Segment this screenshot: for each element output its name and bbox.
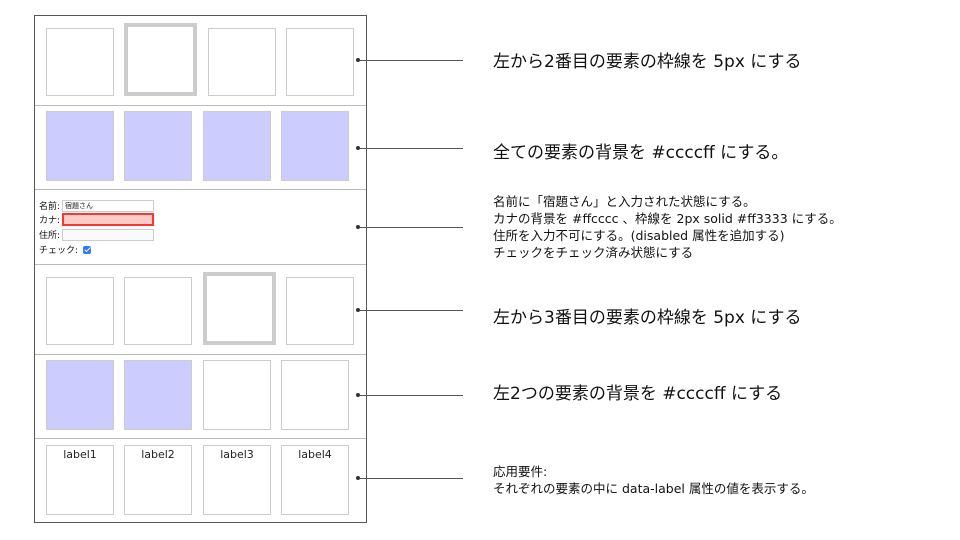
section-all-bg bbox=[35, 106, 366, 190]
section-border-2nd bbox=[35, 16, 366, 106]
note-form-line-1: 名前に「宿題さん」と入力された状態にする。 bbox=[493, 194, 756, 209]
box-label4: label4 bbox=[281, 445, 349, 515]
note-form-line-2: カナの背景を #ffcccc 、枠線を 2px solid #ff3333 にす… bbox=[493, 211, 842, 226]
note-left-two-bg: 左2つの要素の背景を #ccccff にする bbox=[493, 384, 783, 404]
kana-input[interactable] bbox=[62, 213, 155, 226]
kana-row: カナ: bbox=[39, 213, 155, 226]
note-form-line-4: チェックをチェック済み状態にする bbox=[493, 245, 694, 260]
name-label: 名前: bbox=[39, 202, 61, 212]
connector-line-6 bbox=[360, 478, 463, 479]
check-label: チェック: bbox=[39, 246, 79, 256]
note-labels-line-2: それぞれの要素の中に data-label 属性の値を表示する。 bbox=[493, 481, 814, 496]
box-label-text: label1 bbox=[63, 448, 97, 461]
section-form: 名前: 宿題さん カナ: 住所: チェック: bbox=[35, 190, 366, 265]
note-all-bg: 全ての要素の背景を #ccccff にする。 bbox=[493, 143, 789, 163]
box-label-text: label4 bbox=[298, 448, 332, 461]
box-4-filled bbox=[281, 111, 349, 181]
section-border-3rd bbox=[35, 265, 366, 355]
address-input bbox=[62, 228, 155, 241]
box-1-filled bbox=[46, 360, 114, 430]
box-label2: label2 bbox=[124, 445, 192, 515]
box-2 bbox=[124, 277, 192, 345]
note-border-3rd: 左から3番目の要素の枠線を 5px にする bbox=[493, 308, 802, 328]
section-labels: label1 label2 label3 label4 bbox=[35, 439, 366, 523]
box-3-thick-border bbox=[203, 272, 276, 345]
connector-line-5 bbox=[360, 395, 463, 396]
kana-label: カナ: bbox=[39, 216, 61, 226]
connector-line-3 bbox=[360, 227, 463, 228]
box-label-text: label3 bbox=[220, 448, 254, 461]
name-input[interactable]: 宿題さん bbox=[62, 199, 155, 212]
note-form-line-3: 住所を入力不可にする。(disabled 属性を追加する) bbox=[493, 228, 785, 243]
box-label3: label3 bbox=[203, 445, 271, 515]
box-3 bbox=[203, 360, 271, 430]
note-form: 名前に「宿題さん」と入力された状態にする。 カナの背景を #ffcccc 、枠線… bbox=[493, 193, 842, 261]
note-labels-line-1: 応用要件: bbox=[493, 464, 548, 479]
box-3 bbox=[208, 28, 276, 96]
box-4 bbox=[286, 28, 354, 96]
box-1-filled bbox=[46, 111, 114, 181]
box-4 bbox=[286, 277, 354, 345]
section-left-two-bg bbox=[35, 355, 366, 439]
box-2-filled bbox=[124, 111, 192, 181]
note-labels: 応用要件: それぞれの要素の中に data-label 属性の値を表示する。 bbox=[493, 463, 814, 497]
connector-line-4 bbox=[360, 310, 463, 311]
name-row: 名前: 宿題さん bbox=[39, 199, 155, 212]
checkbox-checked[interactable] bbox=[83, 245, 92, 254]
box-1 bbox=[46, 28, 114, 96]
box-1 bbox=[46, 277, 114, 345]
box-4 bbox=[281, 360, 349, 430]
note-border-2nd: 左から2番目の要素の枠線を 5px にする bbox=[493, 52, 802, 72]
box-label1: label1 bbox=[46, 445, 114, 515]
connector-line-2 bbox=[360, 148, 463, 149]
box-3-filled bbox=[203, 111, 271, 181]
demo-panel: 名前: 宿題さん カナ: 住所: チェック: label1 label2 lab… bbox=[34, 15, 367, 523]
address-row: 住所: bbox=[39, 228, 155, 241]
connector-line-1 bbox=[360, 60, 463, 61]
address-label: 住所: bbox=[39, 231, 61, 241]
box-2-thick-border bbox=[124, 23, 197, 96]
check-row: チェック: bbox=[39, 243, 92, 256]
box-2-filled bbox=[124, 360, 192, 430]
box-label-text: label2 bbox=[141, 448, 175, 461]
